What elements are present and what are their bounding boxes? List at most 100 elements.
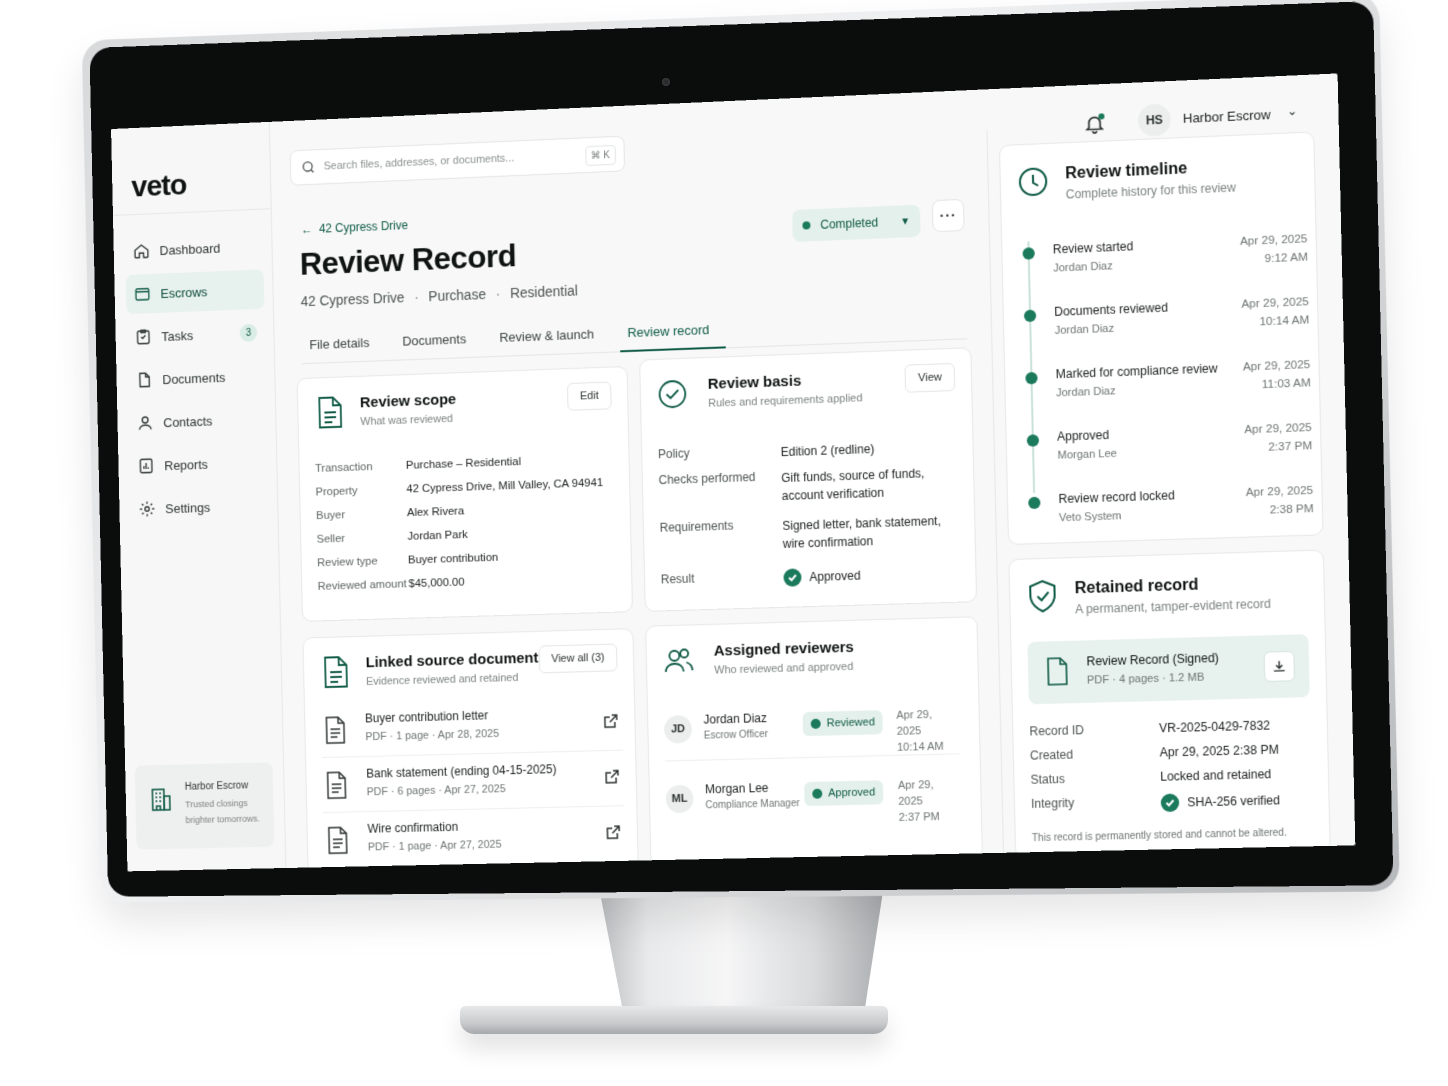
- check-circle-icon: [783, 568, 801, 587]
- sidebar-item-label: Settings: [165, 500, 210, 516]
- list-item[interactable]: Buyer contribution letter PDF · 1 page ·…: [320, 699, 623, 758]
- card-subtitle: Complete history for this review: [1066, 180, 1236, 201]
- monitor-stand-base: [460, 1006, 888, 1034]
- external-link-icon[interactable]: [603, 713, 619, 729]
- timeline-timestamp: Apr 29, 2025 2:37 PM: [1244, 419, 1312, 458]
- timeline-actor: Jordan Diaz: [1055, 323, 1115, 337]
- result-value: Approved: [783, 564, 953, 587]
- review-timeline-card: Review timeline Complete history for thi…: [999, 131, 1324, 545]
- sidebar-item-settings[interactable]: Settings: [130, 485, 269, 529]
- card-title: Review scope: [360, 391, 457, 411]
- sidebar-item-escrows[interactable]: Escrows: [126, 269, 265, 314]
- chevron-down-icon: ▼: [900, 216, 910, 227]
- card-subtitle: Who reviewed and approved: [714, 661, 853, 677]
- card-title: Review basis: [708, 373, 802, 393]
- home-icon: [133, 242, 151, 260]
- avatar[interactable]: HS: [1138, 103, 1171, 137]
- sidebar-item-label: Reports: [164, 456, 208, 472]
- org-card[interactable]: Harbor Escrow Trusted closings brighter …: [135, 762, 275, 849]
- tab-file-details[interactable]: File details: [301, 332, 385, 365]
- card-title: Review timeline: [1065, 160, 1187, 183]
- timeline-item: Review record locked Veto System Apr 29,…: [1028, 482, 1314, 548]
- timeline-actor: Morgan Lee: [1057, 448, 1117, 462]
- scope-row: Transaction Purchase – Residential: [315, 456, 521, 475]
- tab-review-record[interactable]: Review record: [619, 318, 725, 352]
- card-title: Retained record: [1075, 577, 1199, 599]
- back-link[interactable]: ← 42 Cypress Drive: [301, 218, 408, 236]
- record-footnote: This record is permanently stored and ca…: [1032, 828, 1287, 845]
- building-icon: [150, 786, 172, 812]
- scope-row: Property 42 Cypress Drive, Mill Valley, C…: [315, 477, 603, 498]
- record-meta-row: Record ID VR-2025-0429-7832: [1029, 718, 1270, 738]
- file-icon: [326, 771, 348, 799]
- sidebar-nav: Dashboard Escrows Tasks 3 Documents Cont…: [125, 226, 269, 533]
- app-logo[interactable]: veto: [131, 169, 187, 205]
- keyboard-shortcut-hint: ⌘ K: [585, 145, 616, 166]
- sidebar-item-reports[interactable]: Reports: [130, 442, 269, 486]
- arrow-left-icon: ←: [301, 222, 319, 237]
- timeline-dot: [1028, 497, 1040, 509]
- basis-row: Requirements Signed letter, bank statemen…: [660, 512, 953, 557]
- edit-button[interactable]: Edit: [567, 381, 612, 410]
- search-input[interactable]: Search files, addresses, or documents...…: [290, 136, 625, 186]
- download-button[interactable]: [1264, 651, 1295, 682]
- report-icon: [137, 457, 155, 475]
- basis-row: Policy Edition 2 (redline): [658, 437, 951, 465]
- sidebar-item-dashboard[interactable]: Dashboard: [125, 226, 264, 271]
- document-meta: PDF · 6 pages · Apr 27, 2025: [367, 783, 506, 798]
- scope-row: Reviewed amount $45,000.00: [318, 577, 465, 593]
- reviewer-role: Escrow Officer: [704, 729, 768, 742]
- status-dropdown[interactable]: Completed ▼: [792, 205, 920, 242]
- divider: [113, 208, 272, 216]
- timeline-timestamp: Apr 29, 2025 10:14 AM: [1241, 293, 1309, 332]
- more-options-button[interactable]: ···: [932, 199, 965, 232]
- sidebar-item-contacts[interactable]: Contacts: [129, 399, 268, 443]
- document-list-icon: [319, 655, 351, 689]
- card-title: Linked source documents: [366, 649, 547, 671]
- org-name: Harbor Escrow: [185, 780, 264, 793]
- status-label: Completed: [820, 215, 878, 231]
- linked-documents-card: Linked source documents Evidence reviewe…: [302, 628, 638, 871]
- timeline-dot: [1022, 247, 1034, 260]
- list-item[interactable]: Wire confirmation PDF · 1 page · Apr 27,…: [323, 810, 626, 868]
- check-circle-icon: [1161, 793, 1180, 812]
- sidebar-item-tasks[interactable]: Tasks 3: [127, 313, 266, 357]
- shield-check-icon: [1026, 579, 1059, 614]
- gear-icon: [138, 500, 156, 518]
- timeline-item: Documents reviewed Jordan Diaz Apr 29, 2…: [1024, 293, 1310, 360]
- record-meta-row: Created Apr 29, 2025 2:38 PM: [1030, 743, 1279, 763]
- timeline-actor: Jordan Diaz: [1056, 385, 1116, 399]
- list-item[interactable]: ML Morgan Lee Compliance Manager Approve…: [665, 760, 961, 831]
- view-all-button[interactable]: View all (3): [538, 643, 617, 673]
- view-button[interactable]: View: [905, 363, 955, 393]
- reviewer-timestamp: Apr 29, 2025 2:37 PM: [898, 776, 961, 826]
- avatar: JD: [664, 715, 692, 744]
- external-link-icon[interactable]: [604, 769, 620, 785]
- scope-row: Review type Buyer contribution: [317, 552, 498, 569]
- sidebar-item-label: Escrows: [160, 284, 207, 301]
- card-subtitle: A permanent, tamper-evident record: [1075, 597, 1271, 617]
- external-link-icon[interactable]: [605, 824, 621, 840]
- reviewer-name: Jordan Diaz: [703, 711, 767, 727]
- org-switcher-label[interactable]: Harbor Escrow: [1183, 107, 1271, 126]
- record-meta-row: Status Locked and retained: [1030, 767, 1271, 787]
- file-icon: [327, 826, 349, 854]
- document-meta: PDF · 1 page · Apr 27, 2025: [368, 839, 502, 854]
- tab-review-launch[interactable]: Review & launch: [491, 323, 610, 357]
- assigned-reviewers-card: Assigned reviewers Who reviewed and appr…: [645, 616, 983, 866]
- chevron-down-icon[interactable]: ⌄: [1287, 104, 1298, 119]
- check-icon: [812, 789, 822, 799]
- signed-record-file[interactable]: Review Record (Signed) PDF · 4 pages · 1…: [1027, 634, 1309, 704]
- org-tagline: Trusted closings brighter tomorrows.: [185, 795, 264, 828]
- tab-documents[interactable]: Documents: [394, 328, 482, 361]
- timeline-actor: Veto System: [1059, 510, 1122, 524]
- list-item[interactable]: JD Jordan Diaz Escrow Officer Reviewed A…: [664, 690, 960, 761]
- notifications-button[interactable]: [1083, 112, 1106, 135]
- back-link-label: 42 Cypress Drive: [319, 218, 408, 236]
- download-icon: [1272, 659, 1287, 674]
- list-item[interactable]: Bank statement (ending 04-15-2025) PDF ·…: [322, 755, 625, 814]
- status-badge: Approved: [804, 780, 883, 806]
- sidebar-item-documents[interactable]: Documents: [128, 356, 267, 400]
- timeline-event: Approved: [1057, 428, 1109, 444]
- timeline-item: Marked for compliance review Jordan Diaz…: [1025, 356, 1311, 423]
